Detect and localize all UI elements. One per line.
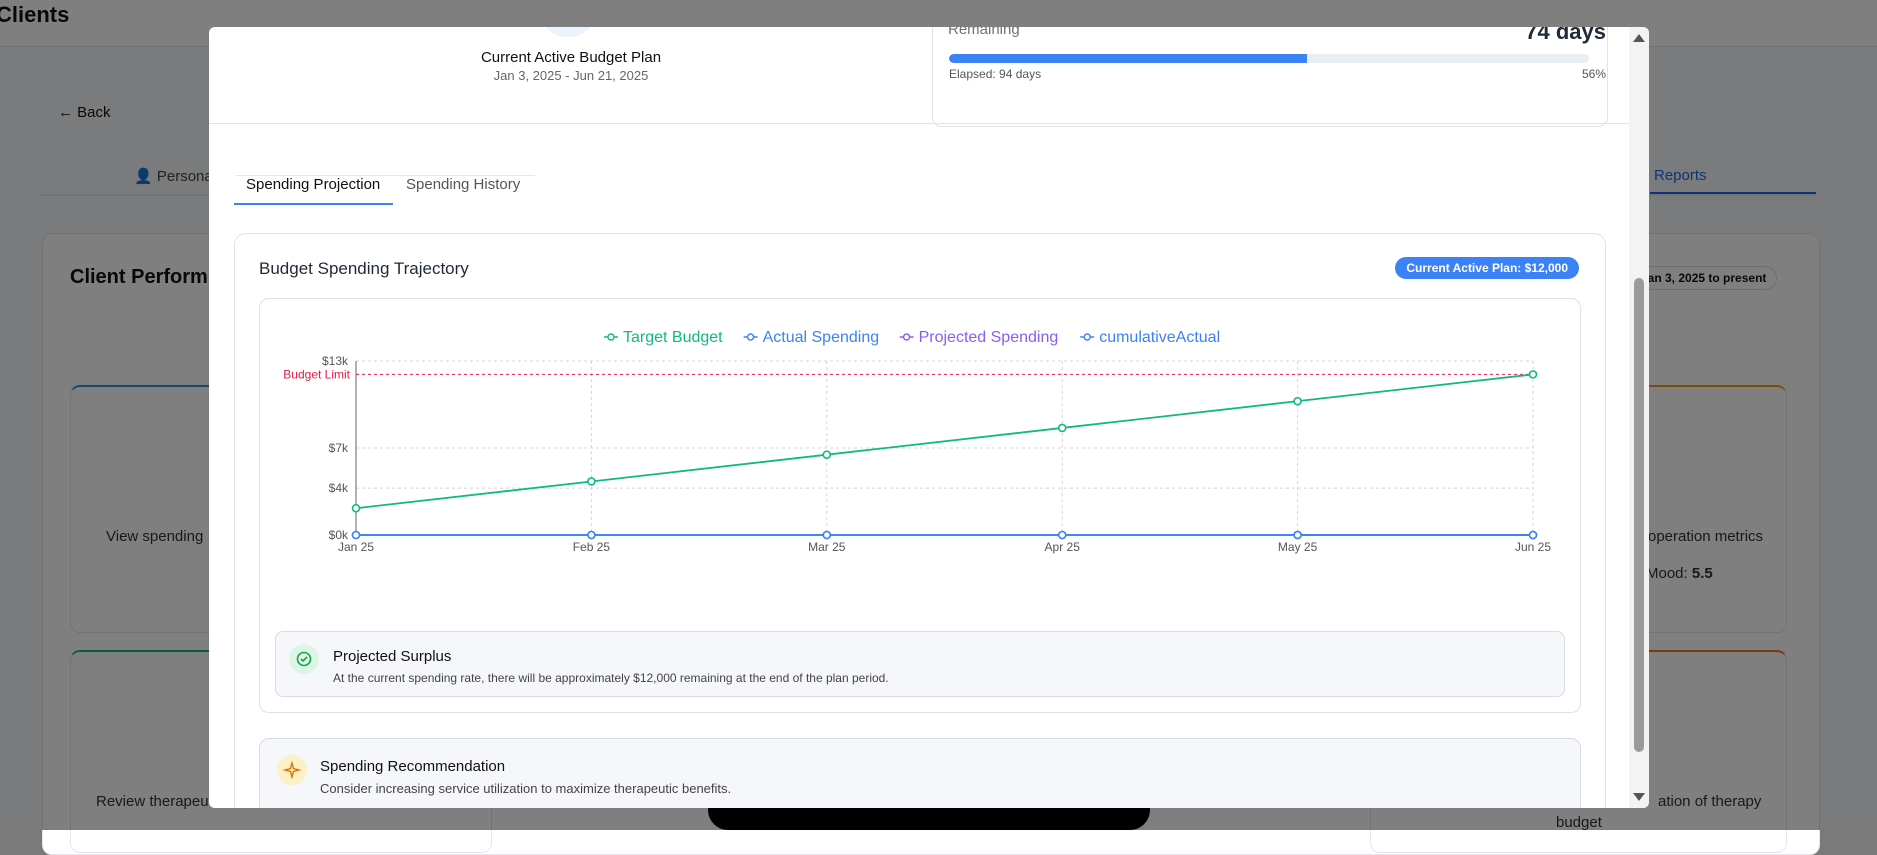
recommendation-body: Consider increasing service utilization … [320, 781, 732, 796]
data-point [351, 530, 361, 540]
data-point [587, 477, 596, 486]
sparkle-icon [277, 755, 307, 785]
surplus-body: At the current spending rate, there will… [333, 671, 889, 685]
surplus-alert: Projected Surplus At the current spendin… [275, 631, 1565, 697]
check-circle-icon [289, 644, 319, 674]
y-tick-label: $7k [329, 441, 349, 455]
budget-limit-label: Budget Limit [283, 367, 350, 381]
data-point [822, 530, 832, 540]
data-point [1293, 530, 1302, 540]
surplus-title: Projected Surplus [333, 648, 452, 665]
scroll-down-arrow-icon[interactable] [1633, 793, 1645, 801]
x-tick-label: Mar 25 [808, 540, 846, 554]
spending-chart: $0k$4k$7k$13kJan 25 Feb 25 Mar 25 Apr 25 May… [283, 329, 1551, 554]
legend-label: Projected Spending [919, 329, 1059, 346]
legend-marker-dot [1083, 333, 1091, 341]
data-point [1528, 530, 1538, 540]
x-tick-label: Jan 25 [338, 540, 374, 554]
x-tick-label: Feb 25 [573, 540, 611, 554]
legend-label: Target Budget [623, 329, 723, 346]
budget-modal: Current Active Budget Plan Jan 3, 2025 -… [209, 27, 1649, 808]
y-tick-label: $13k [322, 354, 349, 368]
legend-marker-dot [902, 333, 911, 341]
x-tick-label: Jun 25 [1515, 540, 1551, 554]
data-point [822, 450, 832, 459]
scrollbar[interactable] [1629, 27, 1649, 808]
data-point [1528, 370, 1538, 379]
data-point [351, 503, 361, 513]
data-point [1293, 396, 1302, 406]
legend-label: cumulativeActual [1099, 329, 1220, 346]
x-tick-label: May 25 [1278, 540, 1318, 554]
y-tick-label: $4k [329, 481, 349, 495]
data-point [587, 530, 596, 540]
recommendation-card: Spending Recommendation Consider increas… [259, 738, 1581, 808]
data-point [1057, 423, 1067, 433]
recommendation-title: Spending Recommendation [320, 758, 506, 775]
legend-label: Actual Spending [763, 329, 880, 346]
legend-marker-dot [607, 333, 615, 341]
scroll-up-arrow-icon[interactable] [1633, 34, 1645, 42]
scroll-thumb[interactable] [1634, 278, 1644, 752]
x-tick-label: Apr 25 [1045, 540, 1081, 554]
data-point [1057, 530, 1067, 540]
legend-marker-dot [746, 333, 755, 341]
